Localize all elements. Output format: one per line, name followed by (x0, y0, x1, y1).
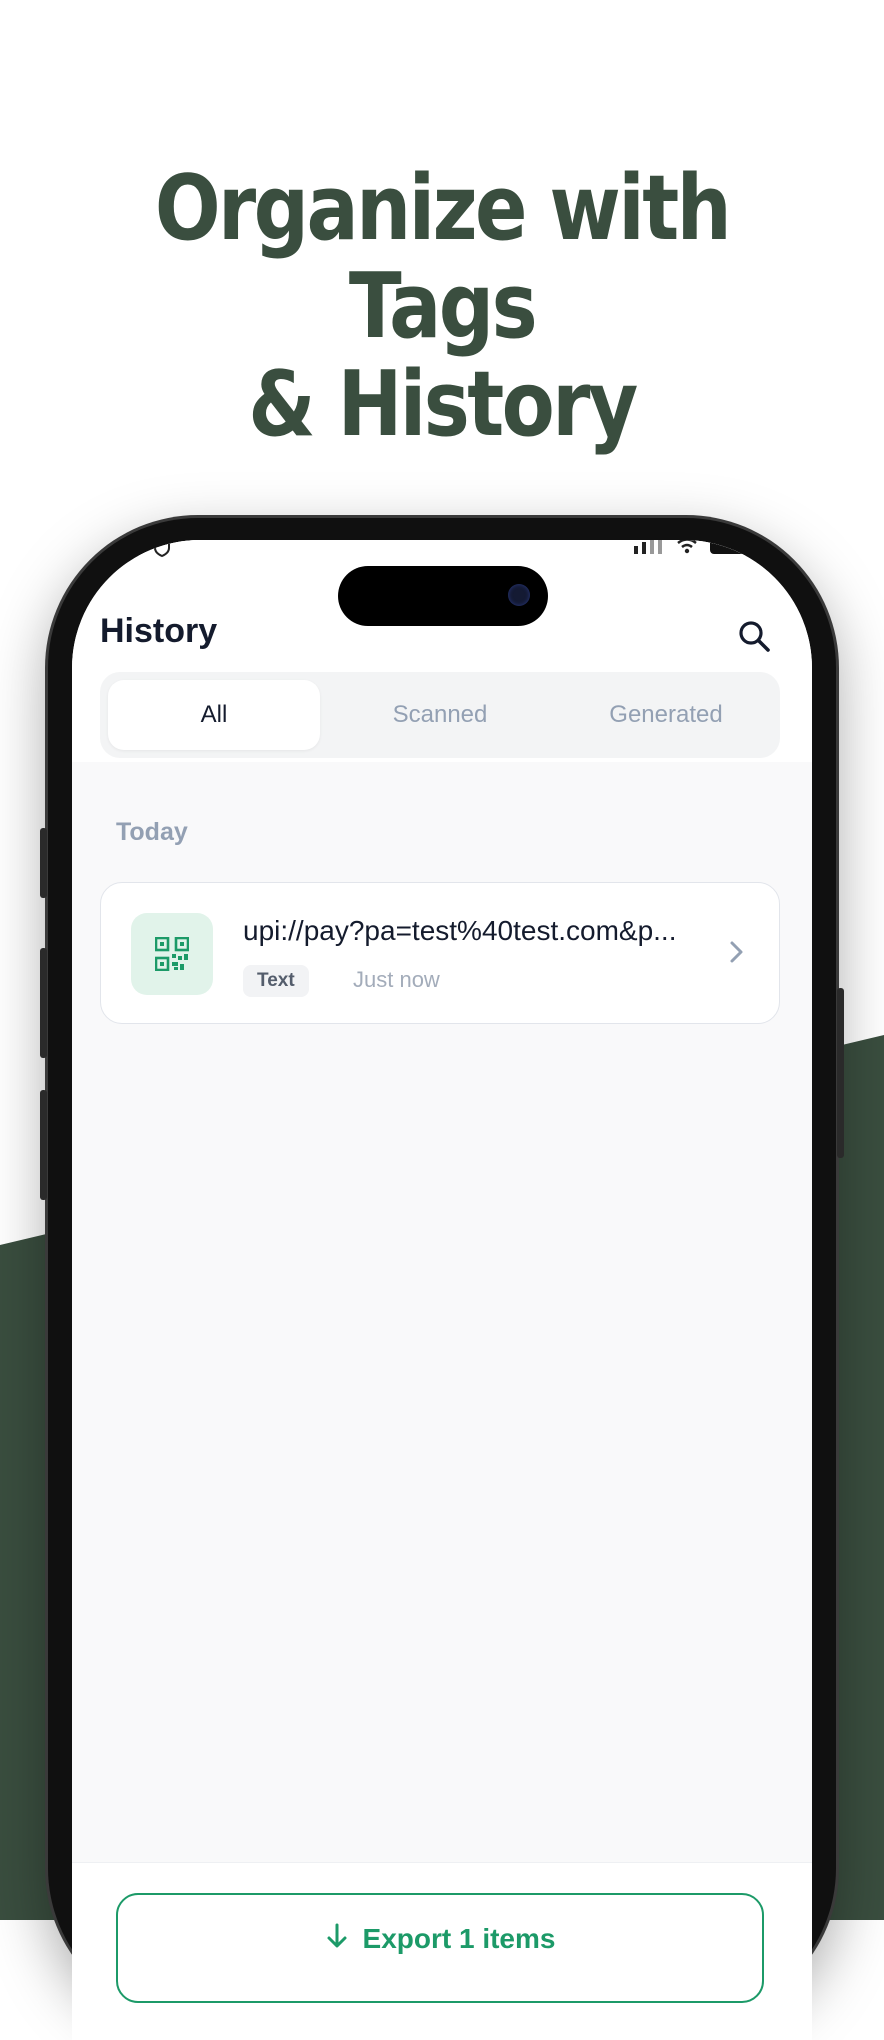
item-tag: Text (243, 965, 309, 997)
tab-scanned[interactable]: Scanned (334, 680, 546, 750)
export-button[interactable]: Export 1 items (116, 1893, 764, 2003)
signal-icon (634, 540, 662, 554)
phone-side-button (40, 948, 47, 1058)
search-icon (739, 621, 770, 652)
camera-icon (508, 584, 530, 606)
export-label: Export 1 items (362, 1923, 556, 1954)
page-title: History (100, 612, 218, 650)
status-bar (72, 540, 812, 558)
tab-all[interactable]: All (108, 680, 320, 750)
dynamic-island (338, 566, 548, 626)
phone-side-button (40, 828, 47, 898)
shield-status-icon (152, 540, 172, 563)
download-icon (327, 1923, 347, 1948)
filter-tabs: All Scanned Generated (100, 672, 780, 758)
app-screen: History All Scanned Generated Today upi:… (72, 540, 812, 2040)
search-button[interactable] (734, 616, 774, 656)
headline-line-2: & History (248, 352, 638, 457)
battery-icon (710, 540, 750, 554)
phone-side-button (837, 988, 844, 1158)
promo-headline: Organize with Tags & History (62, 160, 822, 454)
chevron-right-icon (730, 941, 743, 963)
status-icons (634, 540, 752, 554)
history-item[interactable]: upi://pay?pa=test%40test.com&p... Text J… (100, 882, 780, 1024)
item-timestamp: Just now (353, 967, 440, 992)
bottom-bar: Export 1 items (72, 1862, 812, 2040)
phone-side-button (40, 1090, 47, 1200)
wifi-icon (677, 540, 697, 554)
headline-line-1: Organize with Tags (154, 156, 732, 359)
tab-generated[interactable]: Generated (560, 680, 772, 750)
qr-code-icon (131, 913, 213, 995)
item-title: upi://pay?pa=test%40test.com&p... (243, 915, 677, 946)
section-label-today: Today (116, 818, 188, 846)
phone-frame: History All Scanned Generated Today upi:… (40, 518, 844, 2040)
